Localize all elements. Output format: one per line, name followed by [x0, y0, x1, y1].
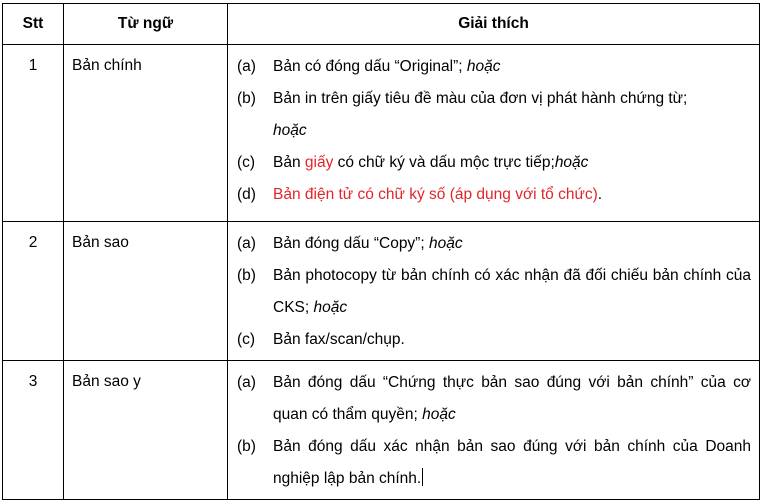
item-marker: (a): [237, 58, 256, 75]
header-term: Từ ngữ: [63, 3, 228, 45]
item-marker: (a): [237, 374, 256, 391]
item-emphasis: hoặc: [428, 235, 463, 252]
item-text: Bản fax/scan/chụp.: [273, 331, 405, 348]
row-stt: 3: [2, 360, 64, 500]
item-text: Bản đóng dấu “Chứng thực bản sao đúng vớ…: [273, 374, 751, 423]
list-item: (b) Bản đóng dấu xác nhận bản sao đúng v…: [236, 431, 751, 495]
item-marker: (a): [237, 235, 256, 252]
definitions-table: Stt Từ ngữ Giải thích 1 Bản chính (a) Bả…: [2, 3, 760, 500]
item-marker: (b): [237, 438, 256, 455]
list-item: (c) Bản fax/scan/chụp.: [236, 324, 751, 356]
row-stt: 2: [2, 221, 64, 361]
item-marker: (b): [237, 267, 256, 284]
item-text-post: có chữ ký và dấu mộc trực tiếp;: [333, 154, 555, 171]
item-text-highlight: giấy: [304, 154, 334, 171]
item-emphasis: hoặc: [422, 406, 456, 423]
table-row: 3 Bản sao y (a) Bản đóng dấu “Chứng thực…: [2, 360, 760, 500]
item-emphasis: hoặc: [273, 122, 307, 139]
item-text-highlight: Bản điện tử có chữ ký số (áp dụng với tổ…: [273, 186, 598, 203]
table-row: 1 Bản chính (a) Bản có đóng dấu “Origina…: [2, 44, 760, 222]
item-text: Bản đóng dấu “Copy”;: [273, 235, 429, 252]
item-emphasis: hoặc: [466, 58, 501, 75]
list-item: (c) Bản giấy có chữ ký và dấu mộc trực t…: [236, 147, 751, 179]
list-item: (b) Bản in trên giấy tiêu đề màu của đơn…: [236, 83, 751, 147]
table-row: 2 Bản sao (a) Bản đóng dấu “Copy”; hoặc …: [2, 221, 760, 361]
item-marker: (d): [237, 186, 256, 203]
row-term: Bản sao y: [63, 360, 228, 500]
item-text: Bản in trên giấy tiêu đề màu của đơn vị …: [273, 90, 688, 107]
row-explanation: (a) Bản đóng dấu “Chứng thực bản sao đún…: [227, 360, 760, 500]
list-item: (b) Bản photocopy từ bản chính có xác nh…: [236, 260, 751, 324]
list-item: (a) Bản có đóng dấu “Original”; hoặc: [236, 51, 751, 83]
item-text: Bản đóng dấu xác nhận bản sao đúng với b…: [273, 438, 751, 487]
item-text: Bản có đóng dấu “Original”;: [273, 58, 467, 75]
header-explanation: Giải thích: [227, 3, 760, 45]
row-stt: 1: [2, 44, 64, 222]
header-stt: Stt: [2, 3, 64, 45]
item-text-pre: Bản: [273, 154, 305, 171]
list-item: (d) Bản điện tử có chữ ký số (áp dụng vớ…: [236, 179, 751, 211]
item-emphasis: hoặc: [554, 154, 589, 171]
row-term: Bản sao: [63, 221, 228, 361]
item-text-post: .: [597, 186, 603, 203]
text-cursor: [422, 468, 424, 486]
list-item: (a) Bản đóng dấu “Copy”; hoặc: [236, 228, 751, 260]
list-item: (a) Bản đóng dấu “Chứng thực bản sao đún…: [236, 367, 751, 431]
item-marker: (c): [237, 331, 256, 348]
row-explanation: (a) Bản có đóng dấu “Original”; hoặc (b)…: [227, 44, 760, 222]
item-marker: (c): [237, 154, 256, 171]
row-explanation: (a) Bản đóng dấu “Copy”; hoặc (b) Bản ph…: [227, 221, 760, 361]
item-emphasis: hoặc: [313, 299, 348, 316]
row-term: Bản chính: [63, 44, 228, 222]
item-marker: (b): [237, 90, 256, 107]
table-header-row: Stt Từ ngữ Giải thích: [2, 3, 760, 45]
